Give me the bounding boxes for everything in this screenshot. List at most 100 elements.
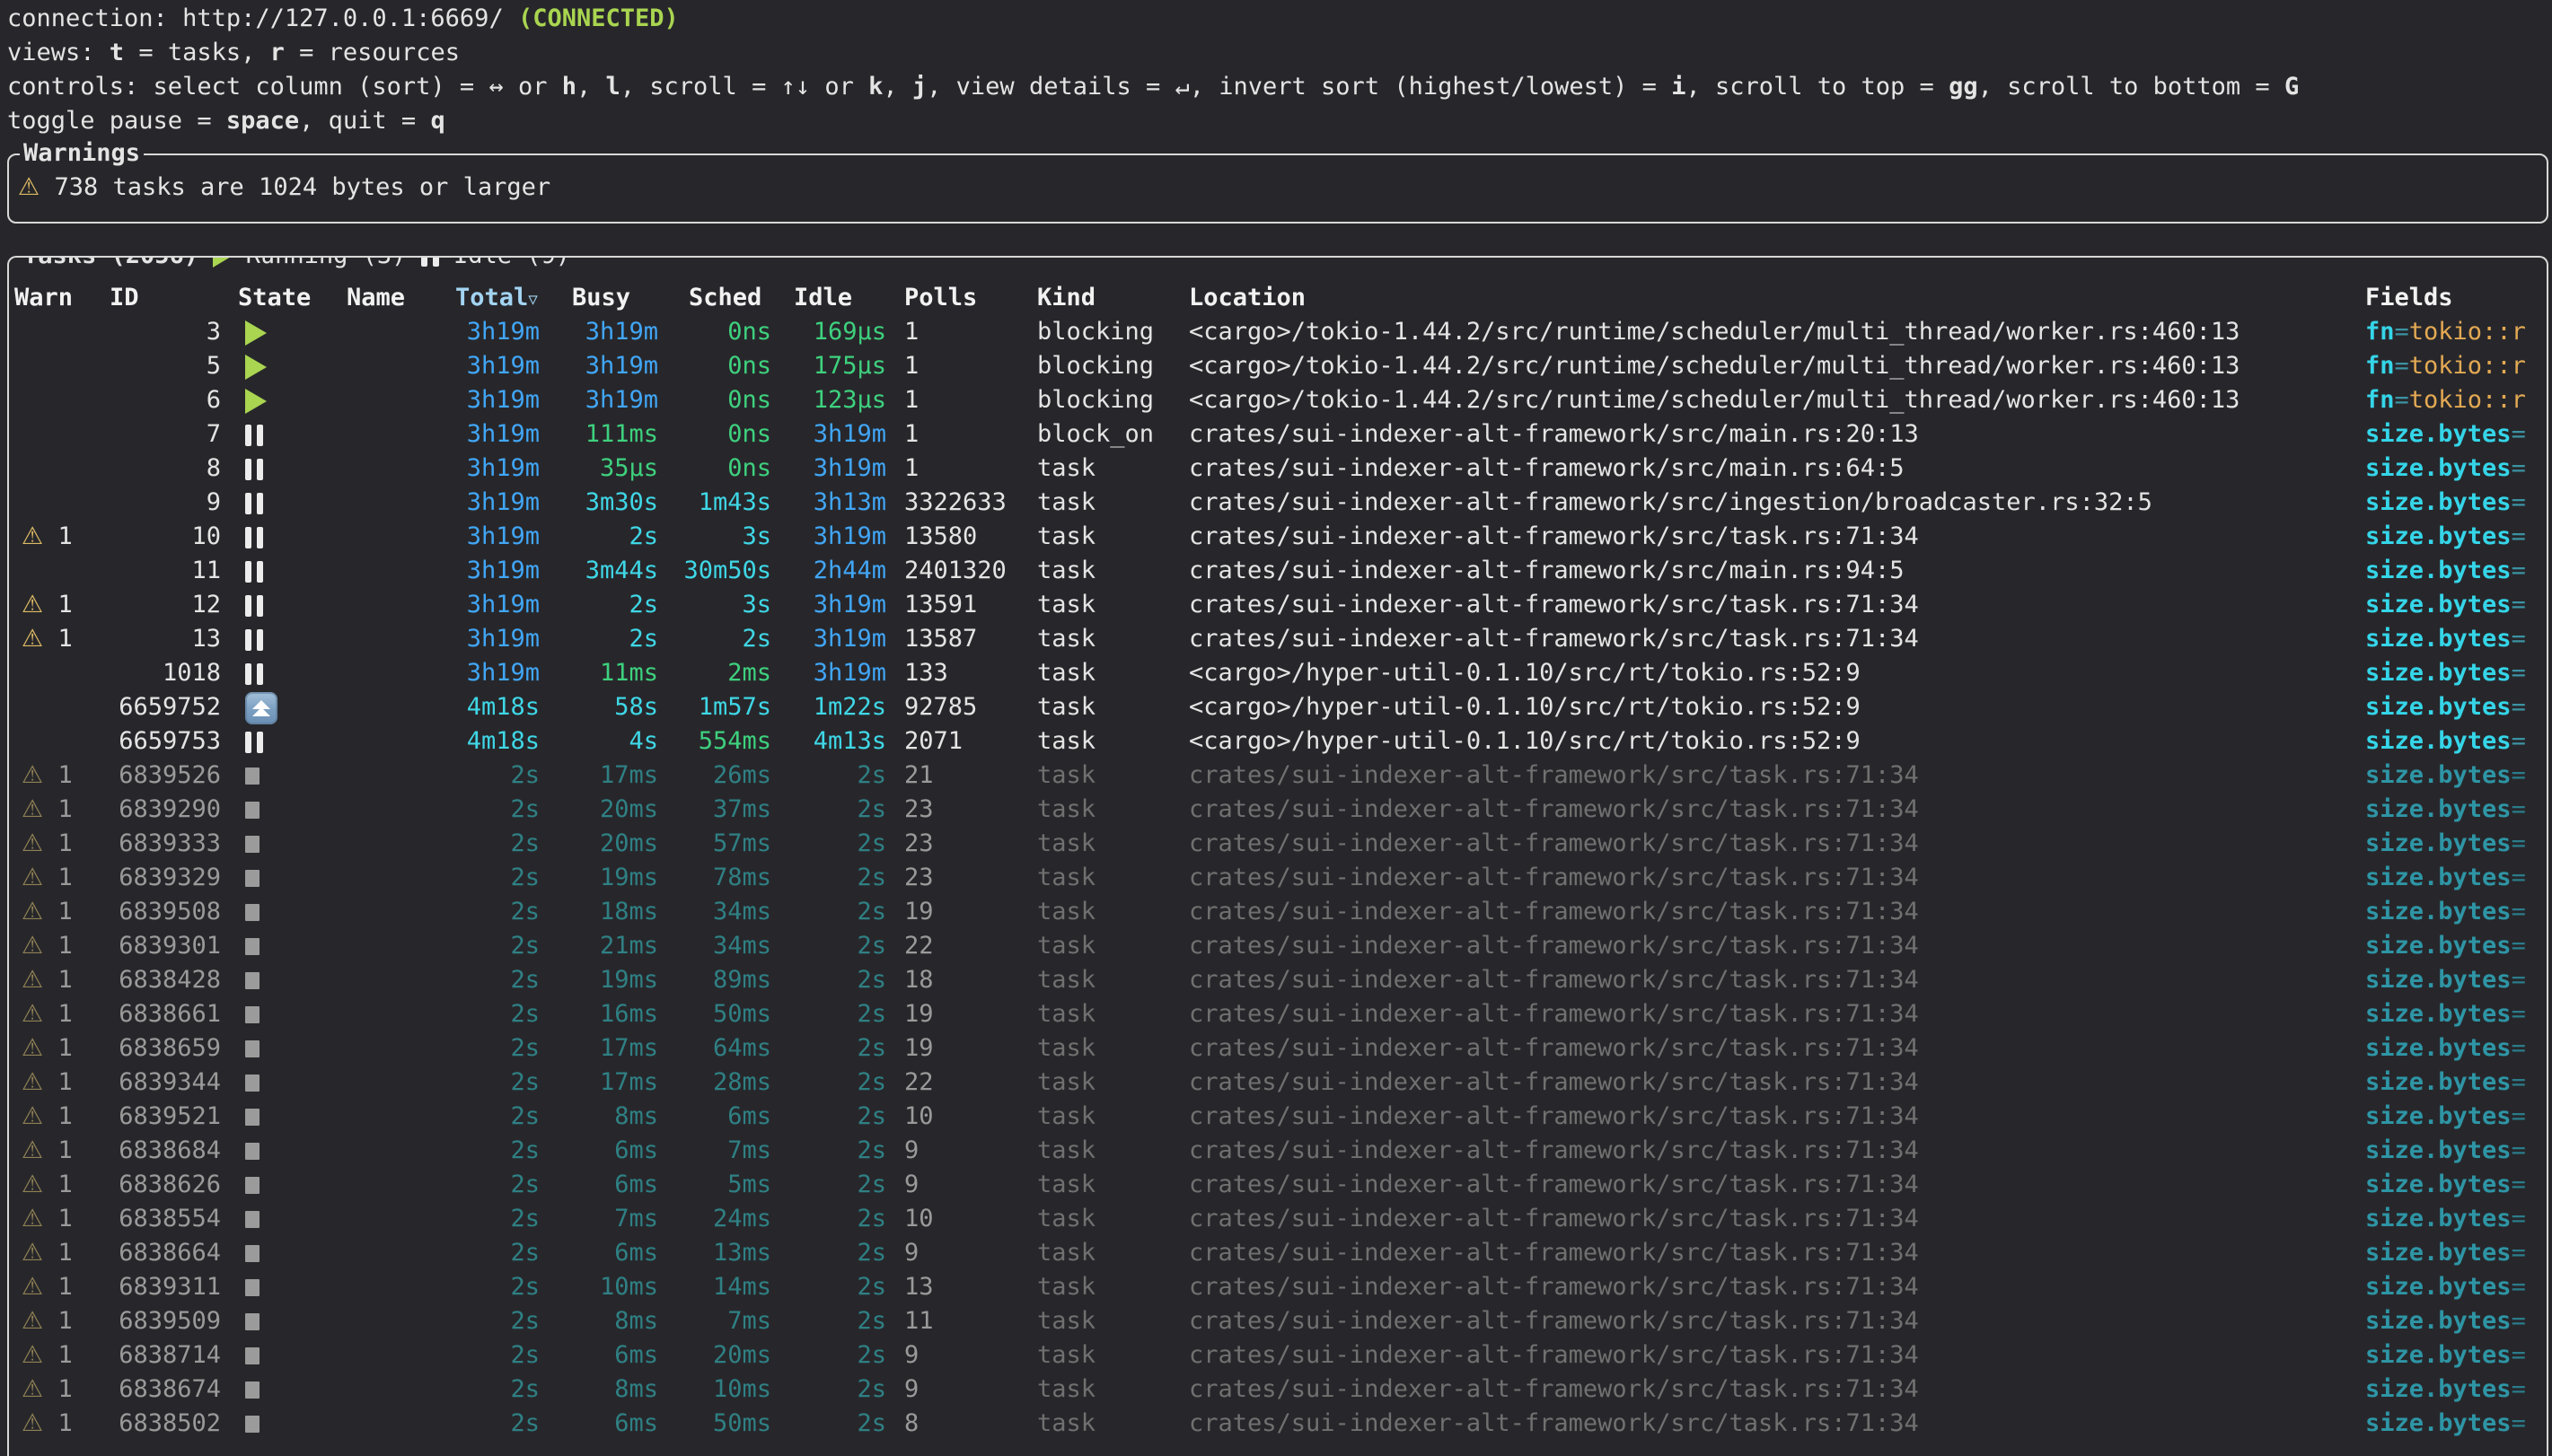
table-row[interactable]: ⚠ 168385022s6ms50ms2s8taskcrates/sui-ind…: [9, 1407, 2547, 1441]
table-row[interactable]: ⚠ 168395092s8ms7ms2s11taskcrates/sui-ind…: [9, 1304, 2547, 1338]
column-header-name[interactable]: Name: [338, 281, 450, 315]
cell-polls: 3322633: [886, 486, 1028, 520]
table-row[interactable]: ⚠ 1103h19m2s3s3h19m13580taskcrates/sui-i…: [9, 520, 2547, 554]
table-row[interactable]: 10183h19m11ms2ms3h19m133task<cargo>/hype…: [9, 656, 2547, 690]
table-row[interactable]: ⚠ 168395082s18ms34ms2s19taskcrates/sui-i…: [9, 895, 2547, 929]
completed-state-icon: [245, 767, 260, 785]
cell-idle-duration: 2s: [771, 1031, 886, 1066]
cell-warn: ⚠ 1: [9, 1134, 102, 1168]
cell-location: crates/sui-indexer-alt-framework/src/tas…: [1185, 1168, 2358, 1202]
cell-idle-duration: 3h19m: [771, 588, 886, 622]
cell-polls: 1: [886, 417, 1028, 452]
cell-task-id: 6838714: [102, 1338, 221, 1373]
table-row[interactable]: ⚠ 168393332s20ms57ms2s23taskcrates/sui-i…: [9, 827, 2547, 861]
column-header-fields[interactable]: Fields: [2358, 281, 2547, 315]
table-row[interactable]: ⚠ 168386262s6ms5ms2s9taskcrates/sui-inde…: [9, 1168, 2547, 1202]
column-header-sched[interactable]: Sched: [658, 281, 771, 315]
cell-state: [221, 793, 338, 827]
cell-idle-duration: 169µs: [771, 315, 886, 349]
table-row[interactable]: 66597534m18s4s554ms4m13s2071task<cargo>/…: [9, 724, 2547, 759]
cell-idle-duration: 175µs: [771, 349, 886, 383]
column-header-warn[interactable]: Warn: [9, 281, 102, 315]
cell-polls: 9: [886, 1373, 1028, 1407]
cell-sched-duration: 2s: [658, 622, 771, 656]
table-row[interactable]: ⚠ 168385542s7ms24ms2s10taskcrates/sui-in…: [9, 1202, 2547, 1236]
field-value: tokio::r: [2409, 318, 2526, 346]
table-row[interactable]: ⚠ 168386592s17ms64ms2s19taskcrates/sui-i…: [9, 1031, 2547, 1066]
table-row[interactable]: 53h19m3h19m0ns175µs1blocking<cargo>/toki…: [9, 349, 2547, 383]
cell-idle-duration: 2s: [771, 929, 886, 963]
column-header-location[interactable]: Location: [1185, 281, 2358, 315]
table-row[interactable]: ⚠ 1133h19m2s2s3h19m13587taskcrates/sui-i…: [9, 622, 2547, 656]
column-header-idle[interactable]: Idle: [771, 281, 886, 315]
table-row[interactable]: ⚠ 168386842s6ms7ms2s9taskcrates/sui-inde…: [9, 1134, 2547, 1168]
table-row[interactable]: ⚠ 168393112s10ms14ms2s13taskcrates/sui-i…: [9, 1270, 2547, 1304]
table-row[interactable]: ⚠ 168386642s6ms13ms2s9taskcrates/sui-ind…: [9, 1236, 2547, 1270]
cell-idle-duration: 2s: [771, 1304, 886, 1338]
cell-location: crates/sui-indexer-alt-framework/src/tas…: [1185, 520, 2358, 554]
cell-kind: task: [1028, 554, 1185, 588]
idle-pause-state-icon: [245, 629, 263, 651]
field-name: size.bytes: [2365, 1307, 2512, 1335]
cell-fields: fn=tokio::r: [2358, 383, 2547, 417]
field-name: size.bytes: [2365, 625, 2512, 653]
field-name: size.bytes: [2365, 1102, 2512, 1130]
cell-kind: task: [1028, 1202, 1185, 1236]
table-row[interactable]: ⚠ 168395212s8ms6ms2s10taskcrates/sui-ind…: [9, 1100, 2547, 1134]
cell-total-duration: 2s: [450, 1100, 540, 1134]
table-row[interactable]: ⚠ 168387142s6ms20ms2s9taskcrates/sui-ind…: [9, 1338, 2547, 1373]
cell-location: crates/sui-indexer-alt-framework/src/tas…: [1185, 827, 2358, 861]
cell-name: [338, 1338, 450, 1373]
cell-task-id: 6839344: [102, 1066, 221, 1100]
warning-icon: ⚠: [22, 1034, 43, 1062]
table-row[interactable]: 73h19m111ms0ns3h19m1block_oncrates/sui-i…: [9, 417, 2547, 452]
table-row[interactable]: ⚠ 168384282s19ms89ms2s18taskcrates/sui-i…: [9, 963, 2547, 997]
cell-total-duration: 2s: [450, 1236, 540, 1270]
task-table-header: Warn ID State Name Total▿ Busy Sched Idl…: [9, 281, 2547, 315]
cell-sched-duration: 2ms: [658, 656, 771, 690]
cell-state: [221, 1304, 338, 1338]
cell-location: crates/sui-indexer-alt-framework/src/tas…: [1185, 1134, 2358, 1168]
cell-kind: task: [1028, 963, 1185, 997]
cell-fields: size.bytes=: [2358, 486, 2547, 520]
field-equals: =: [2395, 318, 2409, 346]
toggle-line: toggle pause = space, quit = q: [7, 104, 2552, 138]
table-row[interactable]: ⚠ 1123h19m2s3s3h19m13591taskcrates/sui-i…: [9, 588, 2547, 622]
table-row[interactable]: 33h19m3h19m0ns169µs1blocking<cargo>/toki…: [9, 315, 2547, 349]
column-header-total-sorted[interactable]: Total▿: [450, 281, 540, 315]
idle-pause-state-icon: [245, 561, 263, 583]
table-row[interactable]: ⚠ 168393292s19ms78ms2s23taskcrates/sui-i…: [9, 861, 2547, 895]
cell-state: [221, 895, 338, 929]
field-name: size.bytes: [2365, 557, 2512, 584]
cell-busy-duration: 35µs: [540, 452, 658, 486]
table-row[interactable]: 66597524m18s58s1m57s1m22s92785task<cargo…: [9, 690, 2547, 724]
column-header-polls[interactable]: Polls: [886, 281, 1028, 315]
table-row[interactable]: ⚠ 168386742s8ms10ms2s9taskcrates/sui-ind…: [9, 1373, 2547, 1407]
column-header-busy[interactable]: Busy: [540, 281, 658, 315]
column-header-id[interactable]: ID: [102, 281, 221, 315]
cell-task-id: 6839509: [102, 1304, 221, 1338]
table-row[interactable]: ⚠ 168393012s21ms34ms2s22taskcrates/sui-i…: [9, 929, 2547, 963]
cell-fields: size.bytes=: [2358, 1168, 2547, 1202]
table-row[interactable]: ⚠ 168393442s17ms28ms2s22taskcrates/sui-i…: [9, 1066, 2547, 1100]
table-row[interactable]: ⚠ 168395262s17ms26ms2s21taskcrates/sui-i…: [9, 759, 2547, 793]
cell-task-id: 6838684: [102, 1134, 221, 1168]
column-header-kind[interactable]: Kind: [1028, 281, 1185, 315]
table-row[interactable]: 113h19m3m44s30m50s2h44m2401320taskcrates…: [9, 554, 2547, 588]
table-row[interactable]: 83h19m35µs0ns3h19m1taskcrates/sui-indexe…: [9, 452, 2547, 486]
completed-state-icon: [245, 1347, 260, 1364]
cell-task-id: 6838554: [102, 1202, 221, 1236]
cell-polls: 10: [886, 1100, 1028, 1134]
table-row[interactable]: 63h19m3h19m0ns123µs1blocking<cargo>/toki…: [9, 383, 2547, 417]
cell-fields: size.bytes=: [2358, 1338, 2547, 1373]
cell-total-duration: 2s: [450, 1168, 540, 1202]
cell-busy-duration: 17ms: [540, 1066, 658, 1100]
table-row[interactable]: ⚠ 168392902s20ms37ms2s23taskcrates/sui-i…: [9, 793, 2547, 827]
cell-name: [338, 349, 450, 383]
column-header-state[interactable]: State: [221, 281, 338, 315]
table-row[interactable]: 93h19m3m30s1m43s3h13m3322633taskcrates/s…: [9, 486, 2547, 520]
field-value: tokio::r: [2409, 352, 2526, 380]
field-name: size.bytes: [2365, 966, 2512, 994]
table-row[interactable]: ⚠ 168386612s16ms50ms2s19taskcrates/sui-i…: [9, 997, 2547, 1031]
cell-kind: task: [1028, 929, 1185, 963]
